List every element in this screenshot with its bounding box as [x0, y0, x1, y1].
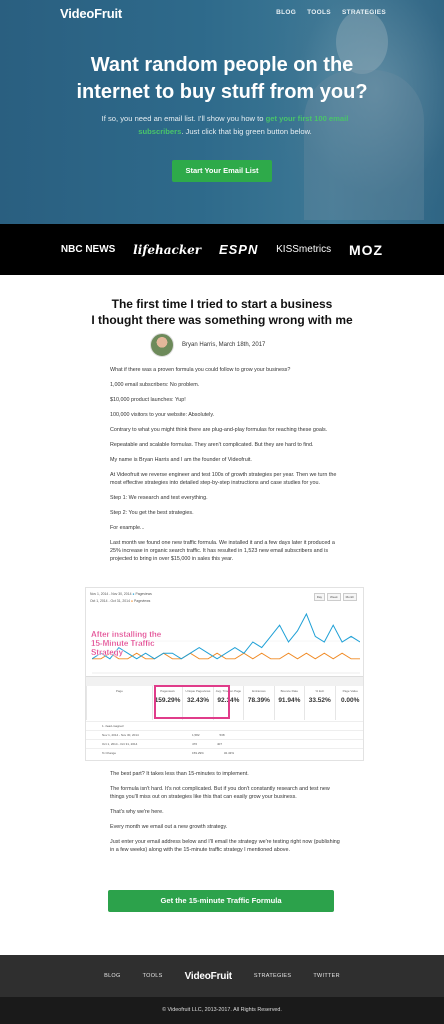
nav-blog[interactable]: BLOG [276, 9, 296, 16]
hero-title-line1: Want random people on the [90, 54, 354, 76]
chart-annotation: After installing the 15-Minute Traffic S… [91, 630, 162, 657]
moz-logo: MOZ [348, 241, 384, 258]
metric-value: 78.39% [247, 697, 270, 704]
table-row: 1. /lead-magnet/ [86, 721, 363, 730]
article-paragraph: Repeatable and scalable formulas. They a… [110, 442, 314, 448]
article-paragraph: 100,000 visitors to your website: Absolu… [110, 412, 215, 418]
metric-label: Page Value [342, 689, 358, 693]
hero-subtitle-pre: If so, you need an email list. I'll show… [101, 114, 266, 123]
metric-label: Entrances [252, 689, 266, 693]
screenshot-table: 1. /lead-magnet/Nov 1, 2014 - Nov 30, 20… [86, 721, 363, 757]
highlight-box [154, 685, 230, 719]
article-paragraph: That's why we're here. [110, 809, 164, 815]
article-body: What if there was a proven formula you c… [110, 366, 340, 570]
footer-tools-link[interactable]: TOOLS [143, 973, 163, 979]
article-paragraph: 1,000 email subscribers: No problem. [110, 382, 200, 388]
table-cell: 32.43% [223, 751, 235, 755]
footer-twitter-link[interactable]: TWITTER [313, 973, 340, 979]
article-paragraph: My name is Bryan Harris and I am the fou… [110, 457, 252, 463]
get-traffic-formula-button[interactable]: Get the 15-minute Traffic Formula [108, 890, 334, 912]
lifehacker-logo: lifehacker [133, 242, 202, 257]
site-logo[interactable]: VideoFruit [60, 6, 122, 21]
table-cell: Oct 1, 2014 - Oct 31, 2014 [102, 742, 138, 746]
footer-strategies-link[interactable]: STRATEGIES [254, 973, 291, 979]
article-paragraph: The best part? It takes less than 15-min… [110, 771, 249, 777]
week-button: Week [327, 593, 341, 601]
month-button: Month [342, 593, 357, 601]
table-row: % Change 159.29% 32.43% [86, 748, 363, 757]
article-paragraph: Step 2: You get the best strategies. [110, 510, 194, 516]
nav-strategies[interactable]: STRATEGIES [342, 9, 386, 16]
copyright: © Videofruit LLC, 2013-2017. All Rights … [0, 997, 444, 1024]
metric-cell: Page Value 0.00% [334, 686, 363, 720]
metric-value: 0.00% [341, 697, 360, 704]
article-paragraph: Every month we email out a new growth st… [110, 824, 228, 830]
article-title-line1: The first time I tried to start a busine… [111, 297, 333, 311]
metric-cell: % Exit 33.52% [304, 686, 334, 720]
hero-section: VideoFruit BLOG TOOLS STRATEGIES Want ra… [0, 0, 444, 224]
nbc-news-logo: NBC NEWS [60, 244, 116, 255]
date-range-2: Oct 1, 2014 - Oct 31, 2014 ● Pageviews [90, 599, 151, 603]
press-logo-bar: NBC NEWS lifehacker ESPN KISSmetrics MOZ [0, 224, 444, 275]
hero-title-line2: internet to buy stuff from you? [76, 81, 368, 103]
footer: BLOG TOOLS VideoFruit STRATEGIES TWITTER [0, 955, 444, 997]
metric-label: Bounce Rate [280, 689, 299, 693]
table-row: Oct 1, 2014 - Oct 31, 2014 476 407 [86, 739, 363, 748]
hero-title: Want random people on the internet to bu… [0, 52, 444, 106]
hero-subtitle: If so, you need an email list. I'll show… [80, 112, 370, 138]
article-body-2: The best part? It takes less than 15-min… [110, 770, 340, 861]
screenshot-period-buttons: Day Week Month [313, 593, 357, 601]
article-title: The first time I tried to start a busine… [60, 296, 384, 328]
table-cell: % Change [102, 751, 117, 755]
article-paragraph: Just enter your email address below and … [110, 839, 340, 853]
metric-cell: Bounce Rate 91.94% [273, 686, 304, 720]
author-name-date: Bryan Harris, March 18th, 2017 [182, 342, 266, 348]
espn-logo: ESPN [218, 242, 259, 257]
footer-blog-link[interactable]: BLOG [104, 973, 120, 979]
metric-value: 91.94% [278, 697, 301, 704]
article-title-line2: I thought there was something wrong with… [91, 313, 353, 327]
table-cell: 538 [219, 733, 225, 737]
date-range-1: Nov 1, 2014 - Nov 30, 2014 ● Pageviews [90, 592, 152, 596]
metric-label: % Exit [315, 689, 325, 693]
table-cell: Nov 1, 2014 - Nov 30, 2014 [102, 733, 139, 737]
metric-label: Page [115, 689, 123, 693]
footer-logo[interactable]: VideoFruit [185, 971, 232, 982]
article-paragraph: Contrary to what you might think there a… [110, 427, 328, 433]
start-email-list-button[interactable]: Start Your Email List [172, 160, 272, 182]
author-avatar [150, 333, 174, 357]
author-byline: Bryan Harris, March 18th, 2017 [150, 333, 265, 357]
nav-tools[interactable]: TOOLS [307, 9, 331, 16]
table-row: Nov 1, 2014 - Nov 30, 2014 1,582 538 [86, 730, 363, 739]
table-cell: 159.29% [192, 751, 204, 755]
article-paragraph: The formula isn't hard. It's not complic… [110, 786, 330, 800]
table-cell: 476 [192, 742, 198, 746]
table-cell: 1. /lead-magnet/ [102, 724, 124, 728]
article-paragraph: $10,000 product launches: Yup! [110, 397, 186, 403]
day-button: Day [313, 593, 326, 601]
article-paragraph: What if there was a proven formula you c… [110, 367, 291, 373]
article-paragraph: For example... [110, 525, 145, 531]
metric-cell: Page [86, 686, 152, 720]
screenshot-date-ranges: Nov 1, 2014 - Nov 30, 2014 ● Pageviews O… [90, 592, 152, 606]
metric-value: 33.52% [308, 697, 331, 704]
article-paragraph: Step 1: We research and test everything. [110, 495, 208, 501]
kissmetrics-logo: KISSmetrics [276, 244, 332, 255]
table-cell: 1,582 [192, 733, 200, 737]
article-paragraph: At Videofruit we reverse engineer and te… [110, 472, 337, 486]
hero-subtitle-post: . Just click that big green button below… [181, 127, 312, 136]
analytics-screenshot: Nov 1, 2014 - Nov 30, 2014 ● Pageviews O… [85, 587, 364, 761]
article-paragraph: Last month we found one new traffic form… [110, 540, 335, 562]
top-nav: BLOG TOOLS STRATEGIES [276, 9, 386, 16]
metric-cell: Entrances 78.39% [243, 686, 273, 720]
table-cell: 407 [217, 742, 223, 746]
